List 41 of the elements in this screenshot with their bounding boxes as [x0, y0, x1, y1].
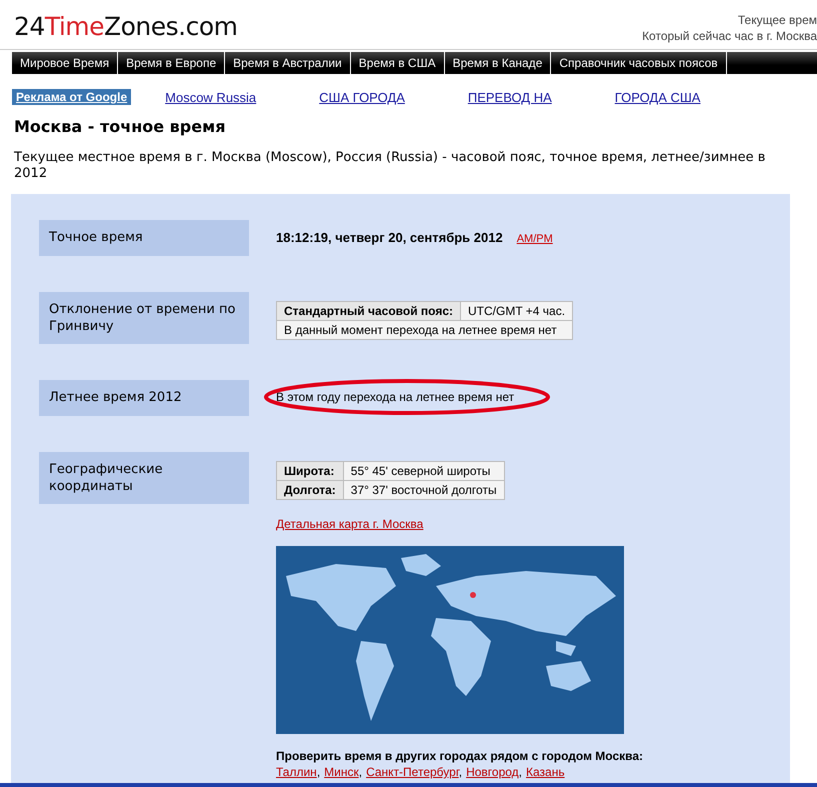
separator-text: ,	[358, 765, 362, 779]
section-label: Летнее время 2012	[39, 380, 249, 416]
city-link[interactable]: Санкт-Петербург	[366, 765, 459, 779]
city-link[interactable]: Новгород	[466, 765, 519, 779]
section-label: Отклонение от времени по Гринвичу	[39, 292, 249, 344]
separator-text: ,	[316, 765, 320, 779]
header-text: Который сейчас час в г. Москва	[642, 28, 817, 44]
site-logo[interactable]: 24TimeZones.com	[14, 12, 238, 49]
city-link[interactable]: Таллин	[276, 765, 317, 779]
ad-link[interactable]: ПЕРЕВОД НА	[468, 90, 552, 104]
header-text: Текущее врем	[736, 12, 817, 28]
section-label: Географические координаты	[39, 452, 249, 504]
map-link[interactable]: Детальная карта г. Москва	[276, 517, 624, 531]
page-title: Москва - точное время	[14, 117, 226, 136]
nav-item[interactable]: Мировое Время	[12, 52, 118, 74]
nav-item[interactable]: Время в Австралии	[225, 52, 351, 74]
table-cell: Широта:	[276, 462, 344, 480]
city-link[interactable]: Минск	[324, 765, 359, 779]
ampm-link[interactable]: AM/PM	[516, 233, 553, 245]
nav-item[interactable]: Справочник часовых поясов	[551, 52, 727, 74]
table-cell: Стандартный часовой пояс:	[276, 302, 461, 320]
description-text: Текущее местное время в г. Москва (Moscow), Россия (Russia) - часовой пояс, точное время, летнее/зимнее в 2012	[14, 150, 766, 182]
nearby-cities-text: Проверить время в других городах рядом с городом Москва: Таллин, Минск, Санкт-Петербург, Новгород, Казань	[276, 748, 644, 780]
ad-link[interactable]: ГОРОДА США	[614, 90, 700, 104]
nav-item[interactable]: Время в Европе	[118, 52, 226, 74]
ad-link[interactable]: США ГОРОДА	[319, 90, 405, 104]
nav-item[interactable]: Время в Канаде	[444, 52, 552, 74]
section-label: Точное время	[39, 220, 249, 256]
table-cell: Долгота:	[276, 480, 344, 500]
separator-text: ,	[458, 765, 462, 779]
ad-label[interactable]: Реклама от Google	[12, 89, 132, 105]
table-cell: 37° 37' восточной долготы	[343, 480, 504, 500]
current-time: 18:12:19, четверг 20, сентябрь 2012	[276, 230, 503, 245]
nav-item[interactable]: Время в США	[350, 52, 445, 74]
table-cell: 55° 45' северной широты	[343, 462, 504, 480]
dst-text: В этом году перехода на летнее время нет	[276, 390, 514, 404]
table-cell: UTC/GMT +4 час.	[460, 302, 573, 320]
ad-link[interactable]: Moscow Russia	[165, 90, 256, 104]
table-cell: В данный момент перехода на летнее время нет	[276, 320, 573, 340]
separator-text: ,	[518, 765, 522, 779]
city-link[interactable]: Казань	[526, 765, 565, 779]
